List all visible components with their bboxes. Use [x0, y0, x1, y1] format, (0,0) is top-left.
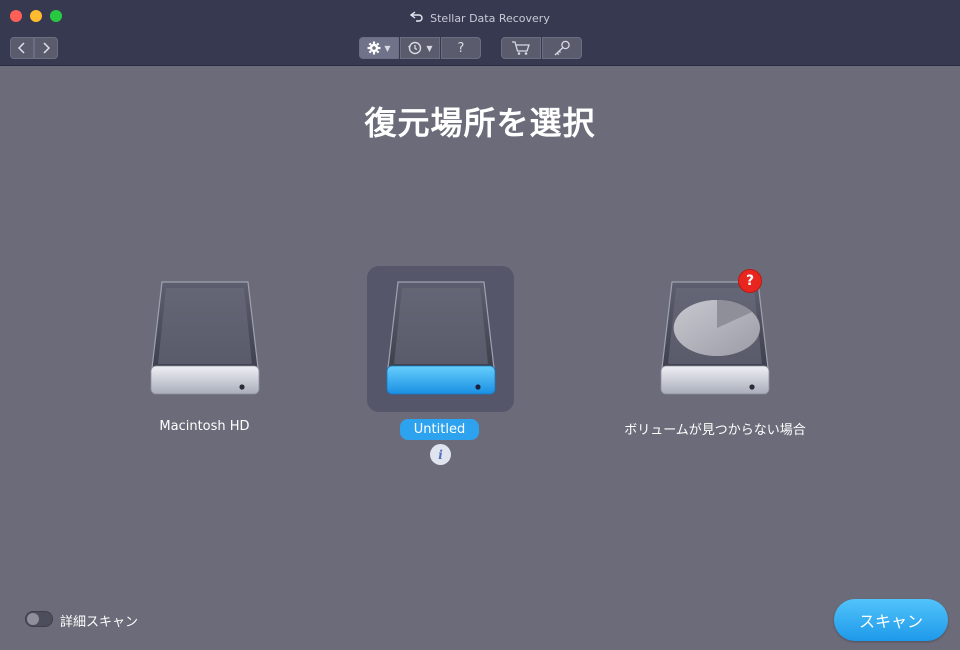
- drive-tile-untitled[interactable]: [367, 266, 514, 412]
- info-icon: i: [438, 447, 443, 462]
- title-bar: Stellar Data Recovery ▼ ▼ ?: [0, 0, 960, 66]
- settings-button[interactable]: ▼: [359, 37, 399, 59]
- drive-label-macintosh-hd[interactable]: Macintosh HD: [131, 419, 278, 434]
- selected-drive-name: Untitled: [399, 419, 480, 440]
- gear-icon: [367, 41, 381, 55]
- deep-scan-toggle[interactable]: [25, 611, 53, 627]
- missing-volume-drive-icon: [660, 281, 770, 395]
- chevron-down-icon: ▼: [426, 43, 433, 53]
- chevron-left-icon: [18, 42, 25, 54]
- chevron-right-icon: [43, 42, 50, 54]
- window-title-text: Stellar Data Recovery: [430, 12, 550, 25]
- drive-name: Macintosh HD: [159, 419, 250, 434]
- forward-button[interactable]: [34, 37, 58, 59]
- drive-tile-macintosh-hd[interactable]: [131, 266, 278, 412]
- chevron-down-icon: ▼: [384, 43, 391, 53]
- scan-button[interactable]: スキャン: [834, 599, 948, 641]
- hard-drive-icon: [386, 281, 496, 395]
- app-logo-icon: [409, 11, 424, 25]
- history-button[interactable]: ▼: [400, 37, 440, 59]
- drive-label-untitled[interactable]: Untitled: [367, 419, 512, 440]
- cart-icon: [512, 41, 530, 55]
- help-button[interactable]: ?: [441, 37, 481, 59]
- history-icon: [408, 41, 422, 55]
- cart-button[interactable]: [501, 37, 541, 59]
- drive-label-cant-find-volume[interactable]: ボリュームが見つからない場合: [600, 419, 830, 438]
- toggle-knob: [27, 613, 39, 625]
- drive-tile-cant-find-volume[interactable]: [641, 266, 788, 412]
- activation-key-button[interactable]: [542, 37, 582, 59]
- window-title: Stellar Data Recovery: [0, 11, 960, 25]
- back-button[interactable]: [10, 37, 34, 59]
- key-icon: [554, 40, 570, 56]
- drive-info-button[interactable]: i: [430, 444, 451, 465]
- drive-name: ボリュームが見つからない場合: [624, 423, 806, 438]
- deep-scan-label: 詳細スキャン: [60, 615, 139, 630]
- question-badge-icon: ?: [738, 269, 762, 293]
- help-icon: ?: [457, 40, 465, 56]
- hard-drive-icon: [150, 281, 260, 395]
- page-heading: 復元場所を選択: [364, 104, 596, 142]
